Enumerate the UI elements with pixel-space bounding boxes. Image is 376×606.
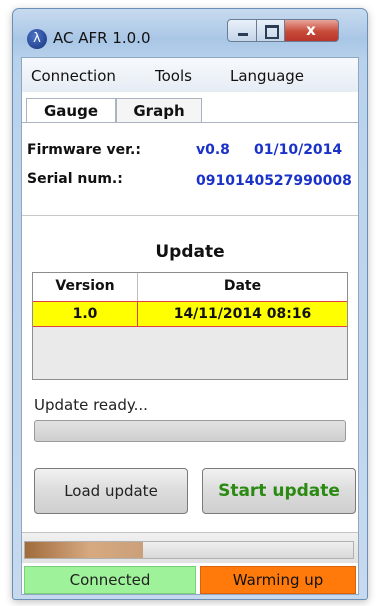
title-bar[interactable]: λ AC AFR 1.0.0 x <box>13 9 367 55</box>
row-date: 14/11/2014 08:16 <box>173 306 312 322</box>
activity-progress-bar <box>24 541 354 559</box>
activity-progress-fill <box>25 542 143 558</box>
window-title: AC AFR 1.0.0 <box>53 29 151 47</box>
update-table[interactable]: Version Date 1.0 14/11/2014 08:16 <box>32 272 348 380</box>
section-divider <box>22 215 358 216</box>
table-header: Version Date <box>33 273 347 302</box>
row-version: 1.0 <box>72 306 98 322</box>
load-update-button[interactable]: Load update <box>34 468 188 514</box>
sensor-state: Warming up <box>200 566 356 594</box>
activity-strip <box>22 532 358 563</box>
menu-connection[interactable]: Connection <box>31 67 116 85</box>
app-window: λ AC AFR 1.0.0 x Connection Tools Langua… <box>12 8 368 600</box>
update-status: Update ready... <box>34 396 148 414</box>
maximize-icon <box>265 25 279 39</box>
column-date[interactable]: Date <box>138 273 347 299</box>
firmware-version: v0.8 <box>196 142 230 158</box>
tab-strip: Gauge Graph <box>22 92 358 123</box>
start-update-button[interactable]: Start update <box>202 468 356 514</box>
tab-graph[interactable]: Graph <box>116 98 202 123</box>
table-row[interactable]: 1.0 14/11/2014 08:16 <box>33 301 347 327</box>
row-column-divider <box>137 301 138 327</box>
minimize-button[interactable] <box>227 19 257 42</box>
close-button[interactable]: x <box>285 19 339 42</box>
serial-label: Serial num.: <box>27 171 123 187</box>
status-bar: Connected Warming up <box>22 566 358 596</box>
menu-tools[interactable]: Tools <box>155 67 192 85</box>
maximize-button[interactable] <box>257 19 285 42</box>
firmware-label: Firmware ver.: <box>27 142 141 158</box>
menu-language[interactable]: Language <box>230 67 304 85</box>
close-icon: x <box>306 21 316 39</box>
update-heading: Update <box>155 242 225 262</box>
client-area: Connection Tools Language Gauge Graph Fi… <box>21 57 359 595</box>
lambda-icon: λ <box>27 29 47 49</box>
connection-status: Connected <box>24 566 196 594</box>
update-progress-bar <box>34 420 346 442</box>
tab-gauge[interactable]: Gauge <box>26 98 116 123</box>
minimize-icon <box>238 33 248 36</box>
firmware-date: 01/10/2014 <box>254 142 343 158</box>
menu-bar: Connection Tools Language <box>22 58 358 92</box>
tab-divider <box>22 122 358 123</box>
serial-value: 0910140527990008 <box>196 173 352 189</box>
column-version[interactable]: Version <box>33 273 137 299</box>
